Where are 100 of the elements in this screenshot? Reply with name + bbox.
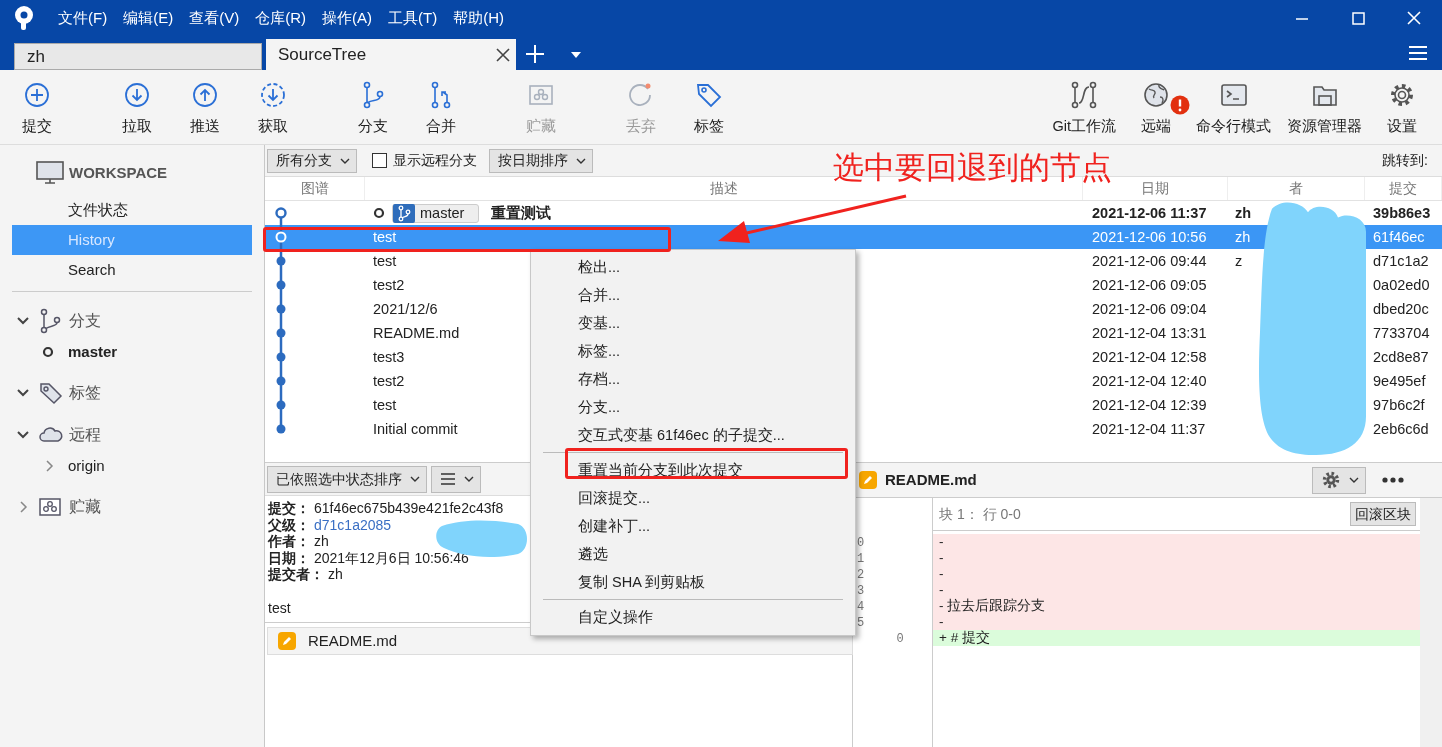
line-number: 0	[895, 631, 905, 647]
field-label: 提交者：	[268, 566, 324, 583]
hunk-header: 块 1： 行 0-0	[939, 504, 1021, 524]
commit-message: test	[268, 599, 291, 616]
commit-hash: 61f46ec	[1373, 229, 1425, 245]
chevron-down-icon	[410, 475, 420, 483]
toolbar-button[interactable]: 资源管理器	[1281, 70, 1368, 144]
menu-item[interactable]: 帮助(H)	[445, 6, 512, 30]
menu-item[interactable]: 文件(F)	[50, 6, 116, 30]
more-icon[interactable]	[1382, 477, 1404, 483]
fetch-icon	[259, 81, 287, 109]
menu-item[interactable]: 创建补丁...	[531, 512, 855, 540]
menu-item[interactable]: 操作(A)	[314, 6, 380, 30]
commit-message: README.md	[373, 324, 460, 343]
close-icon[interactable]	[494, 45, 512, 64]
commit-hash: d71c1a2	[1373, 253, 1429, 269]
toolbar-button[interactable]: 获取	[239, 70, 307, 144]
commit-message: test2	[373, 372, 405, 391]
menu-item[interactable]: 仓库(R)	[247, 6, 314, 30]
menu-item[interactable]: 查看(V)	[181, 6, 248, 30]
field-value: 2021年12月6日 10:56:46	[314, 549, 469, 566]
field-value: zh	[328, 566, 343, 583]
toolbar-button[interactable]: 合并	[407, 70, 475, 144]
toolbar-button[interactable]: 命令行模式	[1190, 70, 1277, 144]
menu-item[interactable]: 回滚提交...	[531, 484, 855, 512]
commit-message: test2	[373, 276, 405, 295]
toolbar-button[interactable]: Git工作流	[1046, 70, 1122, 144]
sidebar-item[interactable]: Search	[12, 255, 252, 285]
checkbox-label[interactable]: 显示远程分支	[393, 150, 477, 171]
field-label: 父级：	[268, 516, 310, 533]
commit-date: 2021-12-04 13:31	[1092, 325, 1207, 341]
section-label[interactable]: 分支	[69, 309, 101, 333]
column-header[interactable]: 提交	[1365, 177, 1442, 200]
menu-item[interactable]: 复制 SHA 到剪贴板	[531, 568, 855, 596]
commit-hash: 7733704	[1373, 325, 1430, 341]
sidebar-item[interactable]: master	[68, 340, 118, 364]
jump-label: 跳转到:	[1382, 151, 1428, 170]
commit-hash: 2eb6c6d	[1373, 421, 1429, 437]
line-number: 3	[856, 583, 866, 599]
tab[interactable]: zh	[14, 43, 262, 70]
plus-icon[interactable]	[524, 43, 546, 65]
commit-message: 重置测试	[491, 204, 552, 223]
section-label[interactable]: 贮藏	[69, 495, 101, 519]
toolbar-button[interactable]: 分支	[339, 70, 407, 144]
chevron-down-icon	[340, 156, 350, 165]
commit-hash: 9e495ef	[1373, 373, 1426, 389]
section-label[interactable]: 远程	[69, 423, 101, 447]
toolbar-button[interactable]: 标签	[675, 70, 743, 144]
toolbar-button[interactable]: 提交	[3, 70, 71, 144]
field-value: 61f46ec675b439e421fe2c43f8	[314, 500, 504, 517]
column-header[interactable]: 图谱	[265, 177, 365, 200]
commit-date: 2021-12-06 09:04	[1092, 301, 1207, 317]
commit-date: 2021-12-06 09:44	[1092, 253, 1207, 269]
globe-icon	[1142, 81, 1170, 109]
menu-item[interactable]: 合并...	[531, 281, 855, 309]
menu-item[interactable]: 分支...	[531, 393, 855, 421]
commit-hash: dbed20c	[1373, 301, 1429, 317]
checkbox[interactable]	[372, 153, 387, 168]
toolbar-button[interactable]: 拉取	[103, 70, 171, 144]
section-heading: WORKSPACE	[69, 162, 168, 183]
revert-hunk-button[interactable]: 回滚区块	[1350, 502, 1416, 526]
sort-dropdown[interactable]: 已依照选中状态排序	[267, 465, 427, 493]
sort-dropdown[interactable]: 按日期排序	[489, 148, 593, 173]
menu-icon[interactable]	[1408, 45, 1428, 61]
commit-date: 2021-12-04 12:39	[1092, 397, 1207, 413]
menu-item[interactable]: 存档...	[531, 365, 855, 393]
commit-date: 2021-12-04 12:58	[1092, 349, 1207, 365]
toolbar-button[interactable]: 远端	[1126, 70, 1186, 144]
menu-item[interactable]: 遴选	[531, 540, 855, 568]
toolbar-button[interactable]: 设置	[1372, 70, 1432, 144]
caret-icon[interactable]	[570, 51, 582, 59]
toolbar-button[interactable]: 推送	[171, 70, 239, 144]
column-header[interactable]: 者	[1228, 177, 1365, 200]
monitor-icon	[36, 160, 64, 186]
flow-icon	[1070, 81, 1099, 109]
menu-item[interactable]: 交互式变基 61f46ec 的子提交...	[531, 421, 855, 449]
file-name: README.md	[885, 469, 977, 490]
menu-item[interactable]: 工具(T)	[380, 6, 446, 30]
plus-circle-icon	[23, 81, 51, 109]
sidebar-item[interactable]: origin	[68, 454, 105, 478]
branch-dropdown[interactable]: 所有分支	[267, 148, 357, 173]
sidebar-item[interactable]: 文件状态	[12, 195, 252, 225]
tab[interactable]: SourceTree	[266, 39, 516, 70]
parent-link[interactable]: d71c1a2085	[314, 516, 392, 533]
commit-hash: 97b6c2f	[1373, 397, 1425, 413]
settings-dropdown[interactable]	[1312, 466, 1366, 494]
commit-author: zh	[1235, 229, 1251, 245]
commit-message: test	[373, 228, 397, 247]
view-dropdown[interactable]	[431, 465, 481, 493]
edit-file-icon	[859, 471, 877, 489]
menu-item[interactable]: 标签...	[531, 337, 855, 365]
line-number: 0	[856, 535, 866, 551]
menu-item[interactable]: 检出...	[531, 253, 855, 281]
branch-label[interactable]: master	[392, 203, 480, 223]
menu-item[interactable]: 变基...	[531, 309, 855, 337]
commit-message: 2021/12/6	[373, 300, 438, 319]
menu-item[interactable]: 编辑(E)	[115, 6, 182, 30]
section-label[interactable]: 标签	[69, 381, 101, 405]
list-icon	[440, 472, 456, 486]
field-label: 提交：	[268, 500, 310, 517]
